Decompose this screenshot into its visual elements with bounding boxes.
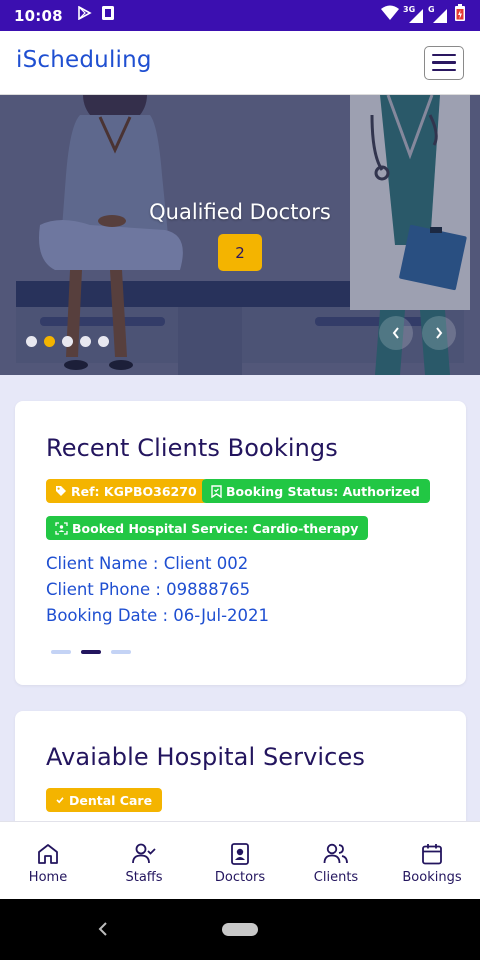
app-bar: iScheduling bbox=[0, 31, 480, 95]
bookmark-check-icon bbox=[211, 484, 222, 498]
nav-staffs[interactable]: Staffs bbox=[96, 822, 192, 899]
hamburger-menu-button[interactable] bbox=[424, 45, 464, 80]
tag-icon bbox=[56, 486, 66, 496]
hamburger-line bbox=[432, 68, 456, 72]
carousel-dot[interactable] bbox=[62, 336, 73, 347]
network-3g-label: 3G bbox=[403, 4, 416, 14]
carousel-dot[interactable] bbox=[98, 336, 109, 347]
client-phone: Client Phone : 09888765 bbox=[46, 580, 251, 599]
nav-home[interactable]: Home bbox=[0, 822, 96, 899]
carousel-dot[interactable] bbox=[26, 336, 37, 347]
hospital-services-title: Avaiable Hospital Services bbox=[46, 743, 365, 771]
service-badge-dental-care: Dental Care bbox=[46, 788, 163, 812]
person-badge-icon bbox=[231, 843, 249, 865]
booked-service-badge: Booked Hospital Service: Cardio-therapy bbox=[46, 516, 369, 540]
status-time: 10:08 bbox=[14, 6, 63, 25]
user-check-icon bbox=[132, 843, 156, 864]
bottom-navigation: Home Staffs Doctors Clients Bookings bbox=[0, 821, 480, 899]
home-icon bbox=[38, 844, 58, 864]
carousel-dot-active[interactable] bbox=[44, 336, 55, 347]
booking-status-text: Booking Status: Authorized bbox=[226, 483, 420, 499]
nav-clients-label: Clients bbox=[313, 870, 359, 885]
hamburger-line bbox=[432, 61, 456, 64]
play-store-icon bbox=[77, 5, 93, 25]
status-bar: 10:08 3G G bbox=[0, 0, 480, 31]
booking-indicator-active[interactable] bbox=[81, 650, 101, 654]
nav-staffs-label: Staffs bbox=[125, 870, 163, 885]
nav-bookings[interactable]: Bookings bbox=[384, 822, 480, 899]
hamburger-line bbox=[432, 53, 456, 57]
person-frame-icon bbox=[55, 521, 68, 535]
signal-3g-icon: 3G bbox=[403, 4, 424, 24]
chevron-right-icon bbox=[436, 327, 443, 339]
booking-date: Booking Date : 06-Jul-2021 bbox=[46, 606, 270, 625]
hero-carousel[interactable]: Qualified Doctors 2 bbox=[0, 95, 480, 375]
service-badge-text: Dental Care bbox=[69, 792, 153, 808]
carousel-prev-button[interactable] bbox=[379, 316, 413, 350]
battery-icon bbox=[454, 4, 466, 27]
carousel-next-button[interactable] bbox=[422, 316, 456, 350]
nav-clients[interactable]: Clients bbox=[288, 822, 384, 899]
back-chevron-icon bbox=[98, 922, 107, 936]
sim-card-icon bbox=[101, 5, 115, 26]
carousel-dot[interactable] bbox=[80, 336, 91, 347]
nav-doctors[interactable]: Doctors bbox=[192, 822, 288, 899]
recent-bookings-card: Recent Clients Bookings Ref: KGPBO36270 … bbox=[15, 401, 466, 685]
brand-title[interactable]: iScheduling bbox=[16, 47, 152, 73]
hero-caption: Qualified Doctors bbox=[149, 200, 331, 224]
booking-status-badge: Booking Status: Authorized bbox=[202, 479, 430, 503]
booking-indicator[interactable] bbox=[51, 650, 71, 654]
booked-service-text: Booked Hospital Service: Cardio-therapy bbox=[72, 520, 359, 536]
chevron-left-icon bbox=[392, 327, 399, 339]
system-back-button[interactable] bbox=[96, 919, 110, 944]
calendar-icon bbox=[422, 844, 442, 865]
signal-g-icon: G bbox=[428, 4, 448, 24]
carousel-indicators bbox=[26, 336, 109, 347]
booking-ref-text: Ref: KGPBO36270 bbox=[71, 483, 197, 499]
system-home-button[interactable] bbox=[222, 923, 258, 936]
nav-bookings-label: Bookings bbox=[402, 870, 462, 885]
system-navigation-bar bbox=[0, 899, 480, 960]
wifi-icon bbox=[380, 5, 400, 26]
booking-slide-indicators bbox=[51, 650, 131, 654]
nav-home-label: Home bbox=[28, 870, 68, 885]
booking-ref-badge: Ref: KGPBO36270 bbox=[46, 479, 207, 503]
booking-indicator[interactable] bbox=[111, 650, 131, 654]
client-name: Client Name : Client 002 bbox=[46, 554, 249, 573]
recent-bookings-title: Recent Clients Bookings bbox=[46, 434, 338, 462]
nav-doctors-label: Doctors bbox=[214, 870, 266, 885]
check-icon bbox=[56, 797, 64, 804]
hero-badge: 2 bbox=[218, 234, 262, 271]
network-g-label: G bbox=[428, 4, 435, 14]
users-icon bbox=[323, 843, 348, 864]
